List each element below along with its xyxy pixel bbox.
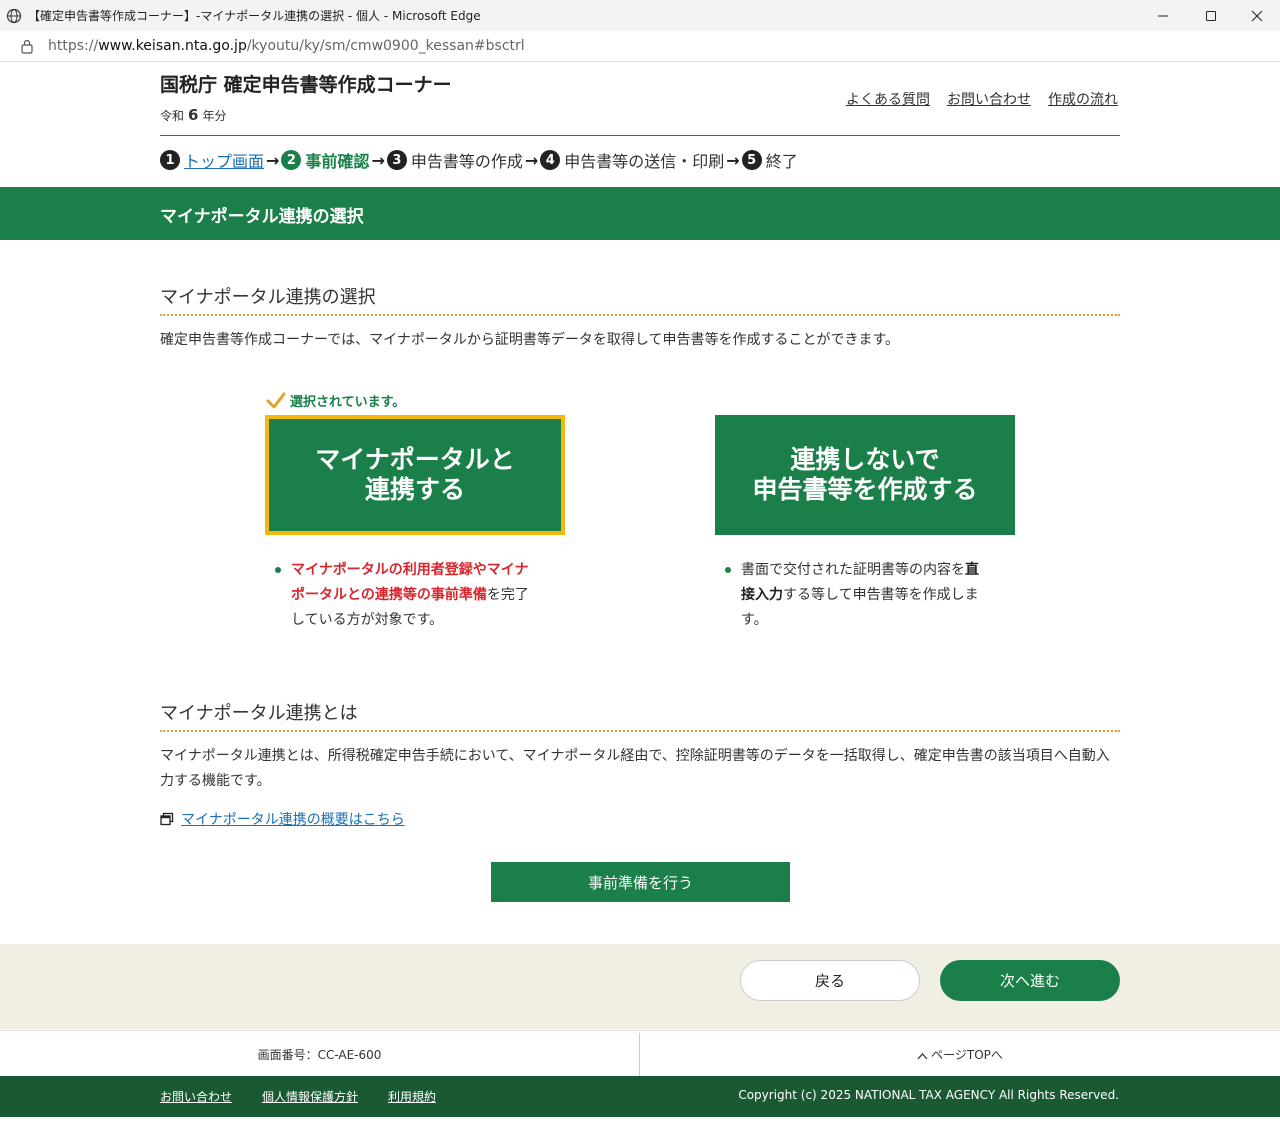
- step-label: 事前確認: [305, 152, 370, 171]
- url-path: /kyoutu/ky/sm/cmw0900_kessan#bsctrl: [246, 38, 525, 54]
- globe-icon: [6, 8, 22, 23]
- back-button[interactable]: 戻る: [740, 960, 920, 1001]
- minimize-button[interactable]: [1140, 0, 1186, 31]
- button-label-line: 連携する: [364, 475, 465, 504]
- page-banner: マイナポータル連携の選択: [0, 187, 1280, 240]
- header-links: よくある質問 お問い合わせ 作成の流れ: [846, 89, 1118, 109]
- note-text: を完了: [486, 587, 529, 603]
- maximize-icon: [1206, 10, 1216, 21]
- emphasis-text: 直: [965, 562, 979, 578]
- bullet-dot: [725, 567, 731, 573]
- dotted-divider: [160, 730, 1120, 732]
- note-text: する等して申告書等を作成しま: [783, 587, 979, 603]
- close-window-button[interactable]: [1234, 0, 1280, 31]
- copyright: Copyright (c) 2025 NATIONAL TAX AGENCY A…: [738, 1088, 1119, 1102]
- overview-link[interactable]: マイナポータル連携の概要はこちら: [181, 809, 405, 829]
- arrow-right-icon: →: [524, 150, 539, 170]
- contact-link[interactable]: お問い合わせ: [947, 89, 1031, 109]
- era-year: 6: [188, 106, 199, 124]
- step-1: 1 トップ画面: [160, 148, 264, 172]
- next-button[interactable]: 次へ進む: [940, 960, 1120, 1001]
- era-suffix: 年分: [202, 109, 227, 123]
- footer-links: お問い合わせ 個人情報保護方針 利用規約: [160, 1088, 436, 1105]
- emphasis-text: 接入力: [741, 587, 783, 603]
- chevron-up-icon: [917, 1052, 928, 1059]
- footer-contact-link[interactable]: お問い合わせ: [160, 1088, 232, 1105]
- era-prefix: 令和: [160, 109, 185, 123]
- section-heading-about: マイナポータル連携とは: [160, 703, 358, 724]
- site-title: 国税庁 確定申告書等作成コーナー: [160, 74, 452, 96]
- window-title: 【確定申告書等作成コーナー】-マイナポータル連携の選択 - 個人 - Micro…: [28, 9, 481, 23]
- flow-link[interactable]: 作成の流れ: [1048, 89, 1118, 109]
- tax-year: 令和 6 年分: [160, 106, 226, 124]
- minimize-icon: [1158, 15, 1168, 16]
- header-divider: [160, 135, 1120, 136]
- step-2: 2 事前確認: [281, 148, 369, 172]
- nolink-option-note: 書面で交付された証明書等の内容を直 接入力する等して申告書等を作成しま す。: [725, 558, 1001, 633]
- overview-link-row: マイナポータル連携の概要はこちら: [160, 809, 405, 829]
- button-label-line: 連携しないで: [790, 445, 940, 474]
- dotted-divider: [160, 314, 1120, 316]
- button-label-line: マイナポータルと: [315, 445, 515, 474]
- faq-link[interactable]: よくある質問: [846, 89, 930, 109]
- step-3: 3 申告書等の作成: [386, 148, 523, 172]
- create-without-link-button[interactable]: 連携しないで 申告書等を作成する: [715, 415, 1015, 535]
- note-text: している方が対象です。: [291, 612, 444, 628]
- lock-icon: [21, 39, 33, 54]
- page-top-link[interactable]: ページTOPへ: [640, 1046, 1280, 1063]
- about-description: マイナポータル連携とは、所得税確定申告手続において、マイナポータル経由で、控除証…: [160, 748, 1110, 789]
- page-top-label: ページTOPへ: [931, 1048, 1003, 1062]
- new-window-icon: [160, 812, 174, 826]
- step-number: 1: [160, 150, 180, 170]
- bullet-dot: [275, 567, 281, 573]
- note-text: 書面で交付された証明書等の内容を: [741, 562, 965, 578]
- step-number: 5: [741, 150, 762, 170]
- site-footer: お問い合わせ 個人情報保護方針 利用規約 Copyright (c) 2025 …: [0, 1076, 1280, 1117]
- info-row: 画面番号：CC-AE-600 ページTOPへ: [0, 1030, 1280, 1077]
- arrow-right-icon: →: [266, 150, 280, 170]
- step-number: 4: [540, 150, 561, 170]
- step-number: 3: [386, 150, 407, 170]
- arrow-right-icon: →: [371, 150, 385, 170]
- maximize-button[interactable]: [1188, 0, 1234, 31]
- window-titlebar: 【確定申告書等作成コーナー】-マイナポータル連携の選択 - 個人 - Micro…: [0, 0, 1280, 31]
- step-4: 4 申告書等の送信・印刷: [540, 148, 724, 172]
- terms-link[interactable]: 利用規約: [388, 1088, 436, 1105]
- selection-description: 確定申告書等作成コーナーでは、マイナポータルから証明書等データを取得して申告書等…: [160, 332, 900, 348]
- url-prefix: https://: [48, 38, 99, 54]
- link-option-note: マイナポータルの利用者登録やマイナ ポータルとの連携等の事前準備を完了 している…: [275, 558, 551, 633]
- address-bar[interactable]: https://www.keisan.nta.go.jp/kyoutu/ky/s…: [0, 31, 1280, 62]
- privacy-policy-link[interactable]: 個人情報保護方針: [262, 1088, 358, 1105]
- step-label: 申告書等の送信・印刷: [564, 152, 725, 171]
- selected-indicator: 選択されています。: [266, 391, 405, 410]
- selected-note-text: 選択されています。: [290, 395, 406, 410]
- link-myna-portal-button[interactable]: マイナポータルと 連携する: [265, 415, 565, 535]
- screen-number: 画面番号：CC-AE-600: [257, 1048, 382, 1062]
- note-text: す。: [741, 612, 768, 628]
- emphasis-text: マイナポータルの利用者登録やマイナ: [291, 562, 529, 578]
- page-title: マイナポータル連携の選択: [160, 207, 364, 227]
- close-icon: [1251, 10, 1263, 21]
- button-label-line: 申告書等を作成する: [752, 475, 978, 504]
- step-top-link[interactable]: トップ画面: [184, 148, 264, 172]
- arrow-right-icon: →: [726, 150, 740, 170]
- section-heading-selection: マイナポータル連携の選択: [160, 287, 376, 308]
- step-label: 申告書等の作成: [410, 152, 523, 171]
- prepare-button[interactable]: 事前準備を行う: [491, 862, 790, 902]
- step-5: 5 終了: [741, 148, 798, 172]
- progress-steps: 1 トップ画面 → 2 事前確認 → 3 申告書等の作成 → 4 申告書等の送信…: [160, 148, 798, 172]
- emphasis-text: ポータルとの連携等の事前準備: [291, 587, 487, 603]
- url-text[interactable]: https://www.keisan.nta.go.jp/kyoutu/ky/s…: [48, 38, 525, 54]
- checkmark-icon: [266, 392, 286, 408]
- url-host: www.keisan.nta.go.jp: [98, 38, 247, 54]
- step-label: 終了: [765, 152, 798, 171]
- step-number: 2: [281, 150, 302, 170]
